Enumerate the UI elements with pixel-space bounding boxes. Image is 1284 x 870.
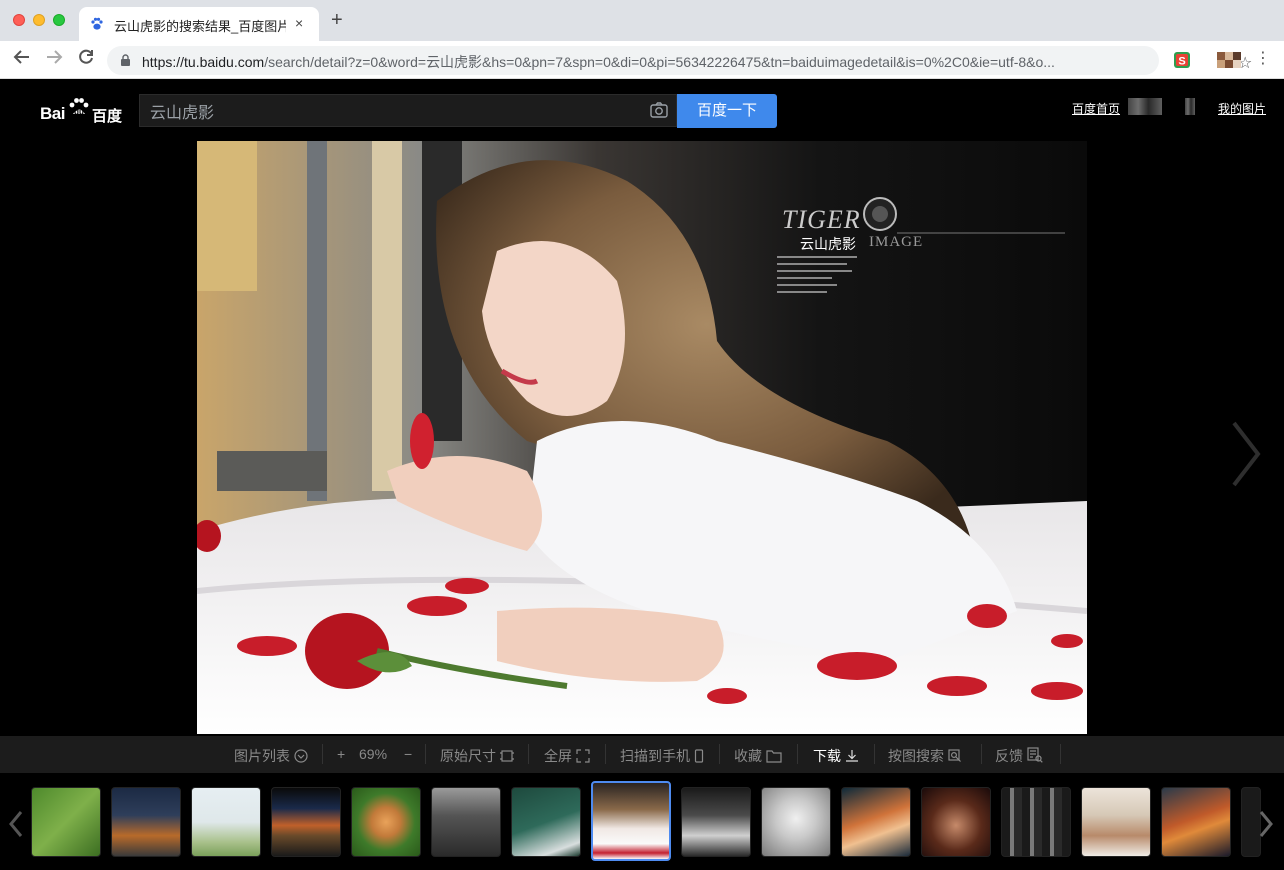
- image-list-button[interactable]: 图片列表: [234, 746, 308, 766]
- phone-icon: [694, 749, 704, 763]
- url-path: /search/detail?z=0&word=云山虎影&hs=0&pn=7&s…: [264, 54, 1055, 70]
- thumbnail[interactable]: [191, 787, 261, 857]
- search-by-image-label: 按图搜索: [888, 748, 944, 764]
- viewer-toolbar: 图片列表 + 69% − 原始尺寸 全屏 扫描到手机 收藏 下载 按图搜索 反馈: [0, 736, 1284, 773]
- original-size-label: 原始尺寸: [440, 748, 496, 764]
- thumbnails-prev-icon[interactable]: [8, 809, 24, 839]
- image-search-box: [139, 94, 677, 127]
- watermark-tiger: TIGER: [782, 205, 861, 234]
- svg-text:S: S: [1178, 56, 1185, 68]
- camera-icon[interactable]: [650, 102, 668, 118]
- chevron-circle-icon: [294, 749, 308, 763]
- svg-text:du: du: [74, 108, 84, 117]
- thumbnail[interactable]: [511, 787, 581, 857]
- favorite-label: 收藏: [734, 748, 762, 764]
- new-tab-button[interactable]: +: [331, 10, 343, 30]
- close-window-button[interactable]: [13, 14, 25, 26]
- toolbar-divider: [425, 744, 426, 764]
- back-icon[interactable]: [13, 48, 31, 71]
- photo-illustration: [197, 141, 1087, 734]
- logo-text: Bai: [40, 104, 65, 123]
- extension-s-icon[interactable]: S: [1174, 52, 1190, 68]
- thumbnail[interactable]: [681, 787, 751, 857]
- thumbnail[interactable]: [271, 787, 341, 857]
- tab-close-icon[interactable]: ×: [295, 15, 303, 31]
- download-icon: [846, 750, 858, 762]
- thumbnail[interactable]: [921, 787, 991, 857]
- thumbnail[interactable]: [1161, 787, 1231, 857]
- thumbnail-strip: [0, 779, 1284, 870]
- logo-cn-text: 百度: [92, 108, 123, 125]
- thumbnail[interactable]: [1081, 787, 1151, 857]
- zoom-level: 69%: [359, 746, 388, 762]
- original-size-icon: [500, 750, 514, 762]
- url-host: https://tu.baidu.com: [142, 54, 265, 70]
- reload-icon[interactable]: [77, 48, 95, 71]
- original-size-button[interactable]: 原始尺寸: [440, 746, 514, 766]
- forward-icon[interactable]: [45, 48, 63, 71]
- download-label: 下载: [813, 748, 841, 764]
- thumbnail[interactable]: [1001, 787, 1071, 857]
- thumbnail-active[interactable]: [591, 781, 671, 861]
- zoom-in-button[interactable]: +: [337, 746, 345, 762]
- address-bar[interactable]: https://tu.baidu.com/search/detail?z=0&w…: [107, 46, 1252, 75]
- baidu-logo[interactable]: Bai du 百度: [40, 97, 123, 125]
- thumbnails-next-icon[interactable]: [1258, 809, 1274, 839]
- thumbnail[interactable]: [761, 787, 831, 857]
- watermark-image: IMAGE: [869, 234, 924, 250]
- url-text: https://tu.baidu.com/search/detail?z=0&w…: [142, 52, 1137, 72]
- thumbnail[interactable]: [351, 787, 421, 857]
- favorite-button[interactable]: 收藏: [734, 746, 782, 766]
- fullscreen-icon: [576, 749, 590, 763]
- extension-avatar-icon[interactable]: [1217, 52, 1241, 68]
- toolbar-divider: [874, 744, 875, 764]
- main-photo[interactable]: TIGER 云山虎影 IMAGE: [197, 141, 1087, 734]
- toolbar-divider: [528, 744, 529, 764]
- message-blurred[interactable]: [1185, 98, 1195, 115]
- username-blurred[interactable]: [1128, 98, 1162, 115]
- scan-to-phone-button[interactable]: 扫描到手机: [620, 746, 704, 766]
- lock-icon: [121, 54, 130, 66]
- search-input[interactable]: [150, 102, 630, 120]
- browser-tabstrip: 云山虎影的搜索结果_百度图片搜 × +: [0, 0, 1284, 41]
- baidu-home-link[interactable]: 百度首页: [1072, 100, 1120, 117]
- baidu-paw-icon: [91, 17, 103, 30]
- tab-title: 云山虎影的搜索结果_百度图片搜: [114, 19, 286, 34]
- zoom-out-button[interactable]: −: [404, 746, 412, 762]
- toolbar-divider: [981, 744, 982, 764]
- folder-icon: [766, 750, 782, 763]
- maximize-window-button[interactable]: [53, 14, 65, 26]
- fullscreen-button[interactable]: 全屏: [544, 746, 590, 766]
- baidu-paw-logo-icon: du: [69, 98, 89, 117]
- image-list-label: 图片列表: [234, 748, 290, 764]
- watermark-name: 云山虎影: [800, 236, 856, 252]
- toolbar-divider: [1060, 744, 1061, 764]
- fullscreen-label: 全屏: [544, 748, 572, 764]
- toolbar-divider: [797, 744, 798, 764]
- image-search-icon: [948, 749, 961, 762]
- feedback-label: 反馈: [995, 748, 1023, 764]
- my-images-link[interactable]: 我的图片: [1218, 100, 1266, 117]
- search-by-image-button[interactable]: 按图搜索: [888, 746, 962, 766]
- browser-toolbar: https://tu.baidu.com/search/detail?z=0&w…: [0, 41, 1284, 79]
- toolbar-divider: [719, 744, 720, 764]
- download-button[interactable]: 下载: [813, 746, 859, 766]
- next-image-icon[interactable]: [1228, 419, 1264, 489]
- toolbar-divider: [605, 744, 606, 764]
- feedback-icon: [1027, 747, 1043, 763]
- scan-to-phone-label: 扫描到手机: [620, 748, 690, 764]
- search-button[interactable]: 百度一下: [677, 94, 777, 128]
- image-viewer-page: Bai du 百度 百度一下 百度首页 我的图片: [0, 79, 1284, 870]
- thumbnail[interactable]: [841, 787, 911, 857]
- browser-tab[interactable]: 云山虎影的搜索结果_百度图片搜 ×: [79, 7, 319, 41]
- feedback-button[interactable]: 反馈: [995, 746, 1043, 766]
- thumbnail[interactable]: [111, 787, 181, 857]
- thumbnail[interactable]: [431, 787, 501, 857]
- toolbar-divider: [322, 744, 323, 764]
- more-menu-icon[interactable]: ⋮: [1255, 50, 1271, 68]
- minimize-window-button[interactable]: [33, 14, 45, 26]
- thumbnail[interactable]: [31, 787, 101, 857]
